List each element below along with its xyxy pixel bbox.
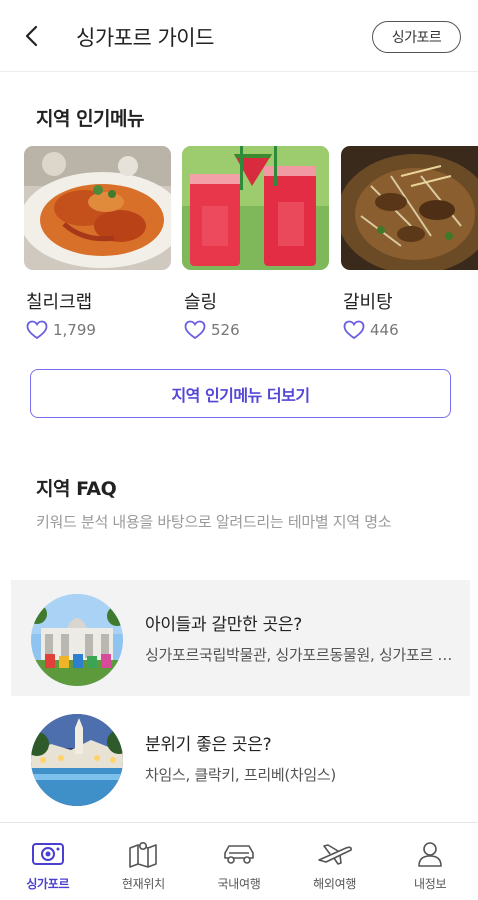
back-button[interactable] xyxy=(18,22,46,50)
sling-photo xyxy=(182,146,329,270)
person-icon xyxy=(415,839,445,869)
nav-label: 내정보 xyxy=(414,877,447,891)
car-icon xyxy=(221,839,257,869)
nav-item-singapore[interactable]: 싱가포르 xyxy=(0,823,96,900)
faq-answer: 싱가포르국립박물관, 싱가포르동물원, 싱가포르 보타닉 가든 xyxy=(145,646,455,664)
nav-label: 해외여행 xyxy=(313,877,357,891)
nav-label: 국내여행 xyxy=(217,877,261,891)
nav-label: 현재위치 xyxy=(121,877,165,891)
region-chip-button[interactable]: 싱가포르 xyxy=(372,21,461,53)
chijmes-photo xyxy=(31,714,123,806)
menu-card-chili-crab[interactable]: 칠리크랩 1,799 xyxy=(24,146,171,340)
faq-item-kids[interactable]: 아이들과 갈만한 곳은? 싱가포르국립박물관, 싱가포르동물원, 싱가포르 보타… xyxy=(11,580,470,696)
museum-photo xyxy=(31,594,123,686)
menu-name: 갈비탕 xyxy=(343,292,393,313)
galbitang-photo xyxy=(341,146,478,270)
faq-answer: 차임스, 클락키, 프리베(차임스) xyxy=(145,766,336,784)
camera-icon xyxy=(31,839,65,869)
faq-item-atmosphere[interactable]: 분위기 좋은 곳은? 차임스, 클락키, 프리베(차임스) xyxy=(11,700,470,816)
menu-name: 슬링 xyxy=(184,292,218,313)
menu-card-galbitang[interactable]: 갈비탕 446 xyxy=(341,146,478,340)
airplane-icon xyxy=(316,839,354,869)
menu-likes: 1,799 xyxy=(26,320,96,340)
bottom-navigation: 싱가포르 현재위치 국내여행 해외여행 내정보 xyxy=(0,822,478,900)
popular-menu-more-button[interactable]: 지역 인기메뉴 더보기 xyxy=(30,369,451,418)
nav-item-domestic-travel[interactable]: 국내여행 xyxy=(191,823,287,900)
page-title: 싱가포르 가이드 xyxy=(76,26,214,50)
nav-item-current-location[interactable]: 현재위치 xyxy=(96,823,192,900)
heart-icon[interactable] xyxy=(184,320,206,340)
heart-icon[interactable] xyxy=(343,320,365,340)
likes-count: 446 xyxy=(370,321,399,339)
menu-card-sling[interactable]: 슬링 526 xyxy=(182,146,329,340)
app-header: 싱가포르 가이드 싱가포르 xyxy=(0,0,478,72)
popular-menu-title: 지역 인기메뉴 xyxy=(36,108,145,130)
nav-item-overseas-travel[interactable]: 해외여행 xyxy=(287,823,383,900)
faq-question: 분위기 좋은 곳은? xyxy=(145,735,272,755)
heart-icon[interactable] xyxy=(26,320,48,340)
faq-description: 키워드 분석 내용을 바탕으로 알려드리는 테마별 지역 명소 xyxy=(36,513,392,531)
faq-question: 아이들과 갈만한 곳은? xyxy=(145,615,302,635)
faq-title: 지역 FAQ xyxy=(36,478,117,500)
map-icon xyxy=(127,839,159,869)
nav-item-my-info[interactable]: 내정보 xyxy=(382,823,478,900)
menu-likes: 446 xyxy=(343,320,399,340)
nav-label: 싱가포르 xyxy=(26,877,70,891)
likes-count: 1,799 xyxy=(53,321,96,339)
chili-crab-photo xyxy=(24,146,171,270)
menu-likes: 526 xyxy=(184,320,240,340)
menu-name: 칠리크랩 xyxy=(26,292,93,313)
chevron-left-icon xyxy=(25,25,38,47)
likes-count: 526 xyxy=(211,321,240,339)
